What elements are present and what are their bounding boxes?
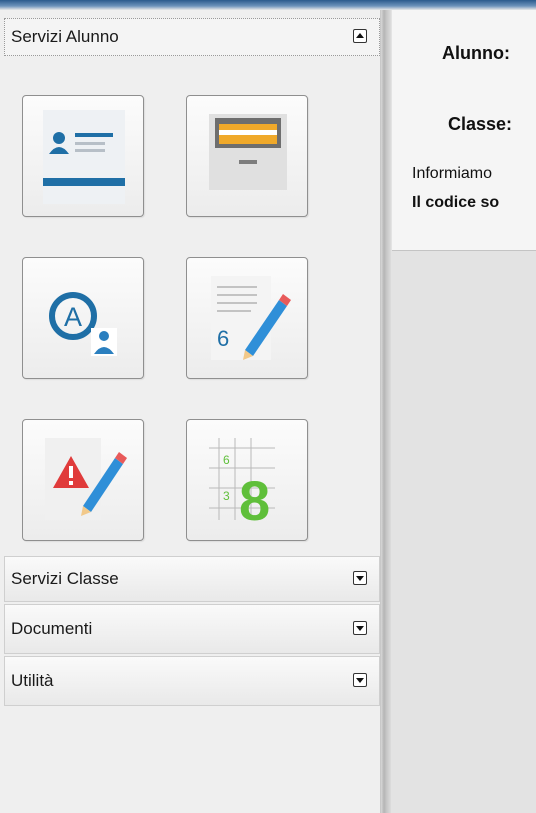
section-header-documenti[interactable]: Documenti	[4, 604, 380, 654]
svg-text:A: A	[64, 302, 82, 332]
svg-text:6: 6	[217, 326, 229, 351]
section-header-servizi-classe[interactable]: Servizi Classe	[4, 556, 380, 602]
svg-text:8: 8	[239, 469, 270, 532]
section-label: Servizi Alunno	[11, 27, 119, 46]
file-drawer-icon	[209, 114, 287, 190]
absences-icon: A	[49, 292, 117, 356]
grades-notebook-icon: 6	[211, 276, 291, 360]
svg-text:6: 6	[223, 453, 230, 467]
grade-grid-icon: 6 3 8	[209, 438, 275, 532]
student-label: Alunno:	[442, 43, 510, 63]
expand-toggle-icon[interactable]	[353, 621, 367, 635]
section-label: Utilità	[11, 671, 54, 690]
tile-grades-notebook[interactable]: 6	[186, 257, 308, 379]
tile-grade-grid[interactable]: 6 3 8	[186, 419, 308, 541]
collapse-toggle-icon[interactable]	[353, 29, 367, 43]
section-header-utilita[interactable]: Utilità	[4, 656, 380, 706]
tile-file-drawer[interactable]	[186, 95, 308, 217]
tile-absences[interactable]: A	[22, 257, 144, 379]
section-label: Documenti	[11, 619, 93, 638]
sidebar-panel: Servizi Alunno A 6 6 3 8 Servizi Classe …	[0, 10, 381, 813]
expand-toggle-icon[interactable]	[353, 673, 367, 687]
code-text: Il codice so	[412, 194, 500, 211]
window-top-bar	[0, 0, 536, 10]
notice-text: Informiamo	[412, 165, 493, 182]
student-card-icon	[43, 110, 125, 204]
class-label: Classe:	[448, 114, 513, 134]
svg-text:3: 3	[223, 489, 230, 503]
section-label: Servizi Classe	[11, 569, 119, 588]
expand-toggle-icon[interactable]	[353, 571, 367, 585]
tile-disciplinary-notes[interactable]	[22, 419, 144, 541]
section-header-servizi-alunno[interactable]: Servizi Alunno	[4, 18, 380, 56]
disciplinary-notes-icon	[45, 438, 127, 520]
panel-splitter[interactable]	[381, 10, 391, 813]
tile-student-card[interactable]	[22, 95, 144, 217]
student-info-panel: Alunno: Classe: Informiamo Il codice so	[392, 10, 536, 251]
